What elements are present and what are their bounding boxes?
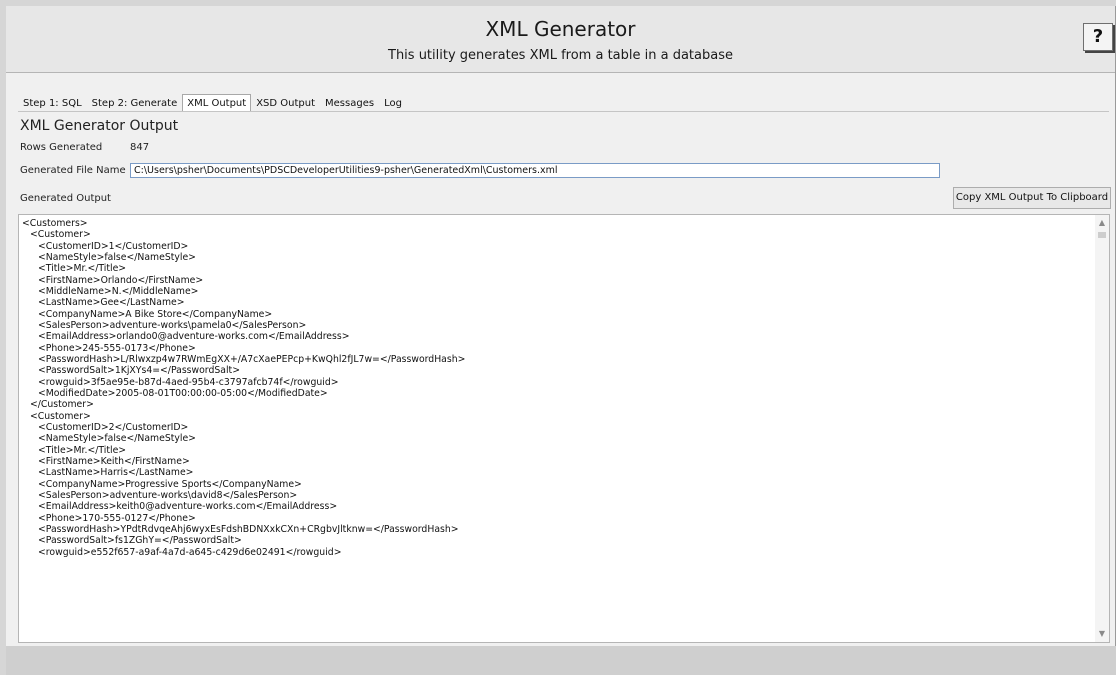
- scroll-thumb[interactable]: [1098, 232, 1106, 238]
- xml-line: <Title>Mr.</Title>: [38, 444, 127, 456]
- xml-line: <EmailAddress>orlando0@adventure-works.c…: [38, 331, 350, 343]
- xml-line: <FirstName>Orlando</FirstName>: [38, 274, 204, 286]
- generated-file-name-label: Generated File Name: [20, 165, 126, 176]
- xml-output-text: <Customers> <Customer> <CustomerID>1</Cust…: [22, 218, 1089, 558]
- xml-line: <LastName>Gee</LastName>: [38, 297, 185, 309]
- help-button[interactable]: ?: [1083, 23, 1113, 51]
- xml-line: <PasswordHash>L/Rlwxzp4w7RWmEgXX+/A7cXae…: [38, 353, 466, 365]
- xml-line: <NameStyle>false</NameStyle>: [38, 433, 196, 445]
- xml-line: <Phone>170-555-0127</Phone>: [38, 512, 196, 524]
- section-title: XML Generator Output: [20, 118, 179, 134]
- status-strip: [6, 646, 1116, 675]
- xml-line: <MiddleName>N.</MiddleName>: [38, 285, 199, 297]
- chevron-down-icon[interactable]: ▼: [1095, 628, 1109, 640]
- xml-line: <rowguid>e552f657-a9af-4a7d-a645-c429d6e…: [38, 546, 342, 558]
- xml-line: <PasswordHash>YPdtRdvqeAhj6wyxEsFdshBDNX…: [38, 523, 459, 535]
- xml-line: <CustomerID>2</CustomerID>: [38, 421, 189, 433]
- tab-xml-output[interactable]: XML Output: [182, 94, 252, 112]
- copy-xml-output-button[interactable]: Copy XML Output To Clipboard: [953, 187, 1111, 209]
- xml-line: <PasswordSalt>1KjXYs4=</PasswordSalt>: [38, 365, 240, 377]
- xml-line: <LastName>Harris</LastName>: [38, 467, 194, 479]
- header-bar: XML Generator This utility generates XML…: [6, 6, 1115, 73]
- rows-generated-label: Rows Generated: [20, 142, 103, 153]
- app-subtitle: This utility generates XML from a table …: [388, 48, 733, 63]
- xml-line: <Customer>: [30, 229, 91, 241]
- xml-line: <Title>Mr.</Title>: [38, 263, 127, 275]
- generated-output-label: Generated Output: [20, 193, 111, 204]
- tab-step2-generate[interactable]: Step 2: Generate: [87, 94, 183, 112]
- xml-line: <SalesPerson>adventure-works\david8</Sal…: [38, 489, 298, 501]
- generated-file-name-input[interactable]: C:\Users\psher\Documents\PDSCDeveloperUt…: [130, 163, 940, 178]
- xml-line: <Phone>245-555-0173</Phone>: [38, 342, 196, 354]
- app-window: XML Generator This utility generates XML…: [6, 6, 1116, 646]
- generated-output-textarea[interactable]: <Customers> <Customer> <CustomerID>1</Cust…: [18, 214, 1110, 643]
- xml-line: <Customers>: [22, 218, 88, 229]
- chevron-up-icon[interactable]: ▲: [1095, 217, 1109, 229]
- tab-strip: Step 1: SQL Step 2: Generate XML Output …: [18, 94, 407, 112]
- rows-generated-value: 847: [130, 142, 150, 153]
- xml-line: <ModifiedDate>2005-08-01T00:00:00-05:00<…: [38, 387, 328, 399]
- xml-line: <CompanyName>A Bike Store</CompanyName>: [38, 308, 273, 320]
- vertical-scrollbar[interactable]: ▲ ▼: [1095, 215, 1109, 642]
- tab-log[interactable]: Log: [379, 94, 407, 112]
- xml-line: <SalesPerson>adventure-works\pamela0</Sa…: [38, 319, 307, 331]
- tab-divider: [18, 111, 1109, 112]
- xml-line: <EmailAddress>keith0@adventure-works.com…: [38, 501, 338, 513]
- xml-line: <CompanyName>Progressive Sports</Company…: [38, 478, 302, 490]
- xml-line: <CustomerID>1</CustomerID>: [38, 240, 189, 252]
- xml-line: <FirstName>Keith</FirstName>: [38, 455, 190, 467]
- xml-line: <PasswordSalt>fs1ZGhY=</PasswordSalt>: [38, 535, 242, 547]
- xml-line: <NameStyle>false</NameStyle>: [38, 251, 196, 263]
- tab-step1-sql[interactable]: Step 1: SQL: [18, 94, 87, 112]
- tab-messages[interactable]: Messages: [320, 94, 379, 112]
- tab-xsd-output[interactable]: XSD Output: [251, 94, 320, 112]
- xml-line: <rowguid>3f5ae95e-b87d-4aed-95b4-c3797af…: [38, 376, 339, 388]
- app-title: XML Generator: [485, 17, 636, 41]
- xml-line: <Customer>: [30, 410, 91, 422]
- xml-line: </Customer>: [30, 399, 94, 411]
